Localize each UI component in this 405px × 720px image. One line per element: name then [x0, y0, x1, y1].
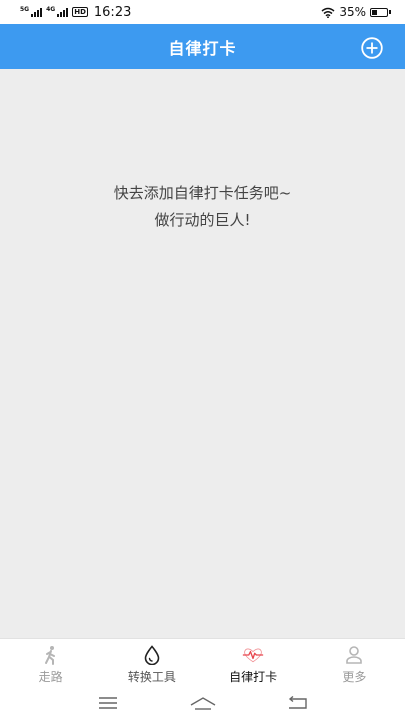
tab-walk[interactable]: 走路 — [0, 639, 101, 686]
battery-icon — [370, 7, 391, 17]
water-drop-icon — [141, 645, 163, 665]
walking-person-icon — [40, 645, 62, 665]
battery-percent: 35% — [339, 5, 366, 19]
title-bar: 自律打卡 — [0, 24, 405, 69]
plus-circle-icon — [361, 37, 383, 59]
menu-icon — [98, 697, 117, 709]
status-bar: 5G 4G HD 16:23 35% — [0, 0, 405, 24]
status-time: 16:23 — [93, 4, 132, 20]
add-task-button[interactable] — [361, 37, 383, 59]
back-icon — [288, 696, 307, 709]
empty-state: 快去添加自律打卡任务吧~ 做行动的巨人! — [0, 180, 405, 234]
tab-self-discipline[interactable]: 自律打卡 — [203, 639, 304, 686]
person-outline-icon — [343, 645, 365, 665]
heartbeat-icon — [242, 645, 264, 665]
hd-badge: HD — [72, 7, 88, 17]
empty-state-line1: 快去添加自律打卡任务吧~ — [113, 184, 292, 202]
status-right: 35% — [321, 5, 391, 19]
tab-walk-label: 走路 — [38, 670, 63, 684]
tab-more[interactable]: 更多 — [304, 639, 405, 686]
nav-menu-button[interactable] — [93, 693, 123, 713]
nav-back-button[interactable] — [283, 693, 313, 713]
tab-convert-tools[interactable]: 转换工具 — [101, 639, 202, 686]
system-nav-bar — [0, 686, 405, 720]
sim2-tag: 4G — [46, 6, 56, 13]
signal-4g-icon: 4G — [46, 6, 69, 17]
nav-home-button[interactable] — [188, 693, 218, 713]
empty-state-line2: 做行动的巨人! — [154, 211, 251, 229]
tab-self-discipline-label: 自律打卡 — [229, 670, 278, 684]
page-title: 自律打卡 — [168, 38, 237, 58]
signal-5g-icon: 5G — [20, 6, 43, 17]
tab-more-label: 更多 — [342, 670, 367, 684]
bottom-tab-bar: 走路 转换工具 自律打卡 更多 — [0, 638, 405, 686]
screen: 5G 4G HD 16:23 35% 自律打卡 快去添加自律打卡任务吧~ 做行动… — [0, 0, 405, 720]
status-left: 5G 4G HD 16:23 — [20, 5, 131, 20]
home-icon — [190, 697, 215, 710]
wifi-icon — [321, 7, 335, 18]
tab-convert-tools-label: 转换工具 — [127, 670, 176, 684]
sim1-tag: 5G — [20, 6, 30, 13]
